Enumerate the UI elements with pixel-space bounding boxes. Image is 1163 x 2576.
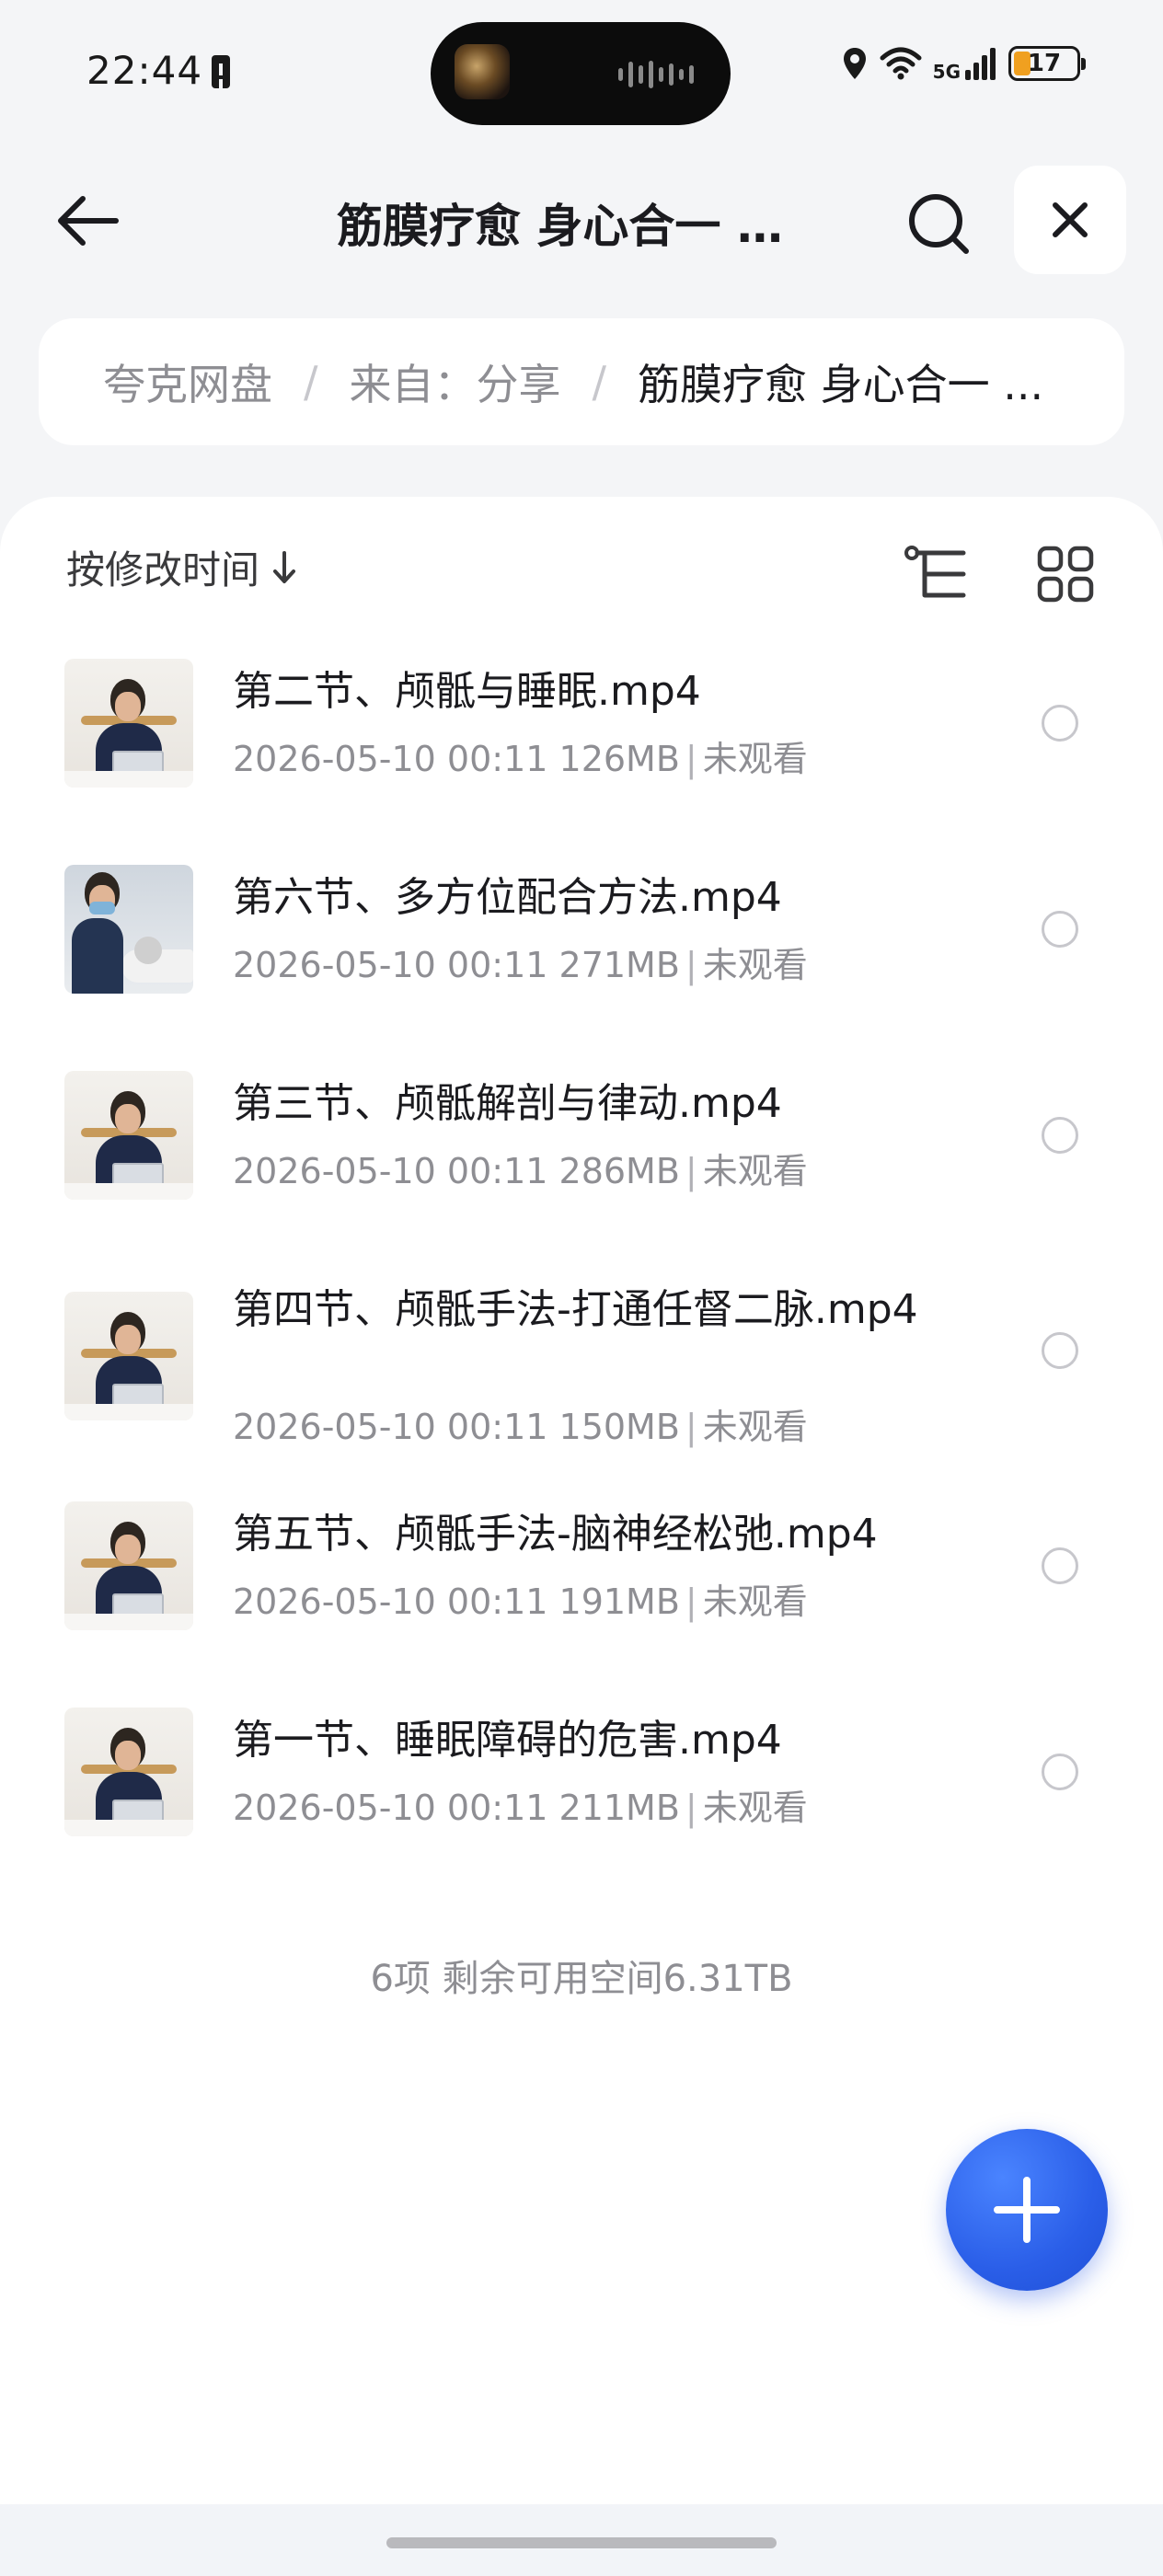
storage-summary: 6项 剩余可用空间6.31TB: [370, 1958, 793, 2000]
video-thumbnail: [64, 1071, 193, 1200]
sort-button[interactable]: 按修改时间: [66, 539, 298, 595]
screen: 22:44 5G 17 筋膜疗愈 身心合一 … 夸克网盘 / 来自：分享 / 筋…: [0, 0, 1163, 2576]
file-row[interactable]: 第三节、颅骶解剖与律动.mp4 2026-05-10 00:11 286MB | 未…: [0, 1071, 1163, 1277]
breadcrumb-separator: /: [592, 357, 607, 407]
select-checkbox[interactable]: [1042, 1547, 1078, 1584]
dynamic-island[interactable]: [431, 22, 731, 125]
status-icons: 5G 17: [841, 46, 1086, 81]
breadcrumb-item-current: 筋膜疗愈 身心合一 ...: [638, 360, 1044, 409]
breadcrumb: 夸克网盘 / 来自：分享 / 筋膜疗愈 身心合一 ...: [39, 318, 1124, 445]
status-bar: 22:44 5G 17: [0, 0, 1163, 138]
file-size: 286MB: [558, 1151, 680, 1191]
select-checkbox[interactable]: [1042, 1332, 1078, 1369]
watch-status: 未观看: [702, 1581, 808, 1622]
file-row[interactable]: 第五节、颅骶手法-脑神经松弛.mp4 2026-05-10 00:11 191M…: [0, 1501, 1163, 1708]
watch-status: 未观看: [702, 1788, 808, 1828]
select-checkbox[interactable]: [1042, 705, 1078, 742]
close-icon: [1053, 202, 1088, 237]
watch-status: 未观看: [702, 1407, 808, 1447]
watch-status: 未观看: [702, 739, 808, 779]
file-name: 第一节、睡眠障碍的危害.mp4: [233, 1717, 782, 1764]
video-thumbnail: [64, 659, 193, 788]
add-button[interactable]: [946, 2129, 1108, 2291]
file-size: 191MB: [558, 1581, 680, 1622]
search-button[interactable]: [897, 182, 980, 265]
file-row[interactable]: 第四节、颅骶手法-打通任督二脉.mp4 2026-05-10 00:11 150…: [0, 1277, 1163, 1501]
file-date: 2026-05-10 00:11: [233, 1151, 548, 1191]
file-date: 2026-05-10 00:11: [233, 1581, 548, 1622]
page-title: 筋膜疗愈 身心合一 …: [337, 200, 783, 253]
battery-icon: 17: [1008, 46, 1086, 81]
location-icon: [843, 48, 866, 79]
video-thumbnail: [64, 1708, 193, 1836]
wifi-icon: [880, 47, 922, 80]
audio-wave-icon: [618, 61, 694, 88]
file-name: 第四节、颅骶手法-打通任督二脉.mp4: [233, 1286, 918, 1333]
file-meta: 2026-05-10 00:11 286MB | 未观看: [233, 1151, 808, 1191]
file-name: 第二节、颅骶与睡眠.mp4: [233, 668, 701, 715]
arrow-left-icon: [58, 196, 119, 246]
file-size: 211MB: [558, 1788, 680, 1828]
file-name: 第六节、多方位配合方法.mp4: [233, 874, 782, 921]
watch-status: 未观看: [702, 945, 808, 985]
network-label: 5G: [932, 61, 961, 83]
file-size: 126MB: [558, 739, 680, 779]
file-list: 第二节、颅骶与睡眠.mp4 2026-05-10 00:11 126MB | 未观看…: [0, 659, 1163, 1914]
sort-label: 按修改时间: [66, 547, 260, 592]
file-date: 2026-05-10 00:11: [233, 1788, 548, 1828]
search-icon: [909, 194, 969, 254]
grid-view-icon: [1037, 546, 1094, 603]
grid-view-button[interactable]: [1029, 537, 1102, 611]
battery-alert-icon: [212, 55, 230, 88]
status-time: 22:44: [86, 48, 203, 93]
file-row[interactable]: 第六节、多方位配合方法.mp4 2026-05-10 00:11 271MB | 未…: [0, 865, 1163, 1071]
back-button[interactable]: [46, 184, 129, 258]
file-name: 第五节、颅骶手法-脑神经松弛.mp4: [233, 1511, 878, 1558]
file-meta: 2026-05-10 00:11 126MB | 未观看: [233, 739, 808, 779]
close-button[interactable]: [1014, 166, 1126, 274]
top-nav: 筋膜疗愈 身心合一 …: [0, 156, 1163, 285]
breadcrumb-item-share[interactable]: 来自：分享: [350, 351, 561, 412]
file-meta: 2026-05-10 00:11 150MB | 未观看: [233, 1407, 808, 1447]
home-bar-area: [0, 2504, 1163, 2576]
file-row[interactable]: 第二节、颅骶与睡眠.mp4 2026-05-10 00:11 126MB | 未观看: [0, 659, 1163, 865]
plus-icon: [994, 2177, 1060, 2243]
file-name: 第三节、颅骶解剖与律动.mp4: [233, 1080, 782, 1127]
file-date: 2026-05-10 00:11: [233, 1407, 548, 1447]
file-meta: 2026-05-10 00:11 191MB | 未观看: [233, 1581, 808, 1622]
video-thumbnail: [64, 1292, 193, 1420]
media-artwork: [455, 44, 510, 99]
tree-view-button[interactable]: [900, 537, 973, 611]
file-meta: 2026-05-10 00:11 211MB | 未观看: [233, 1788, 808, 1828]
file-row[interactable]: 第一节、睡眠障碍的危害.mp4 2026-05-10 00:11 211MB | 未…: [0, 1708, 1163, 1914]
battery-level: 17: [1027, 50, 1062, 77]
arrow-down-icon: [273, 550, 296, 583]
select-checkbox[interactable]: [1042, 911, 1078, 948]
file-size: 150MB: [558, 1407, 680, 1447]
file-meta: 2026-05-10 00:11 271MB | 未观看: [233, 945, 808, 985]
watch-status: 未观看: [702, 1151, 808, 1191]
tree-view-icon: [904, 546, 966, 598]
select-checkbox[interactable]: [1042, 1754, 1078, 1790]
signal-icon: 5G: [933, 46, 997, 81]
home-indicator[interactable]: [386, 2537, 777, 2548]
video-thumbnail: [64, 865, 193, 994]
breadcrumb-separator: /: [304, 357, 318, 407]
file-date: 2026-05-10 00:11: [233, 739, 548, 779]
video-thumbnail: [64, 1501, 193, 1630]
file-size: 271MB: [558, 945, 680, 985]
select-checkbox[interactable]: [1042, 1117, 1078, 1154]
breadcrumb-item-root[interactable]: 夸克网盘: [103, 351, 272, 412]
file-date: 2026-05-10 00:11: [233, 945, 548, 985]
